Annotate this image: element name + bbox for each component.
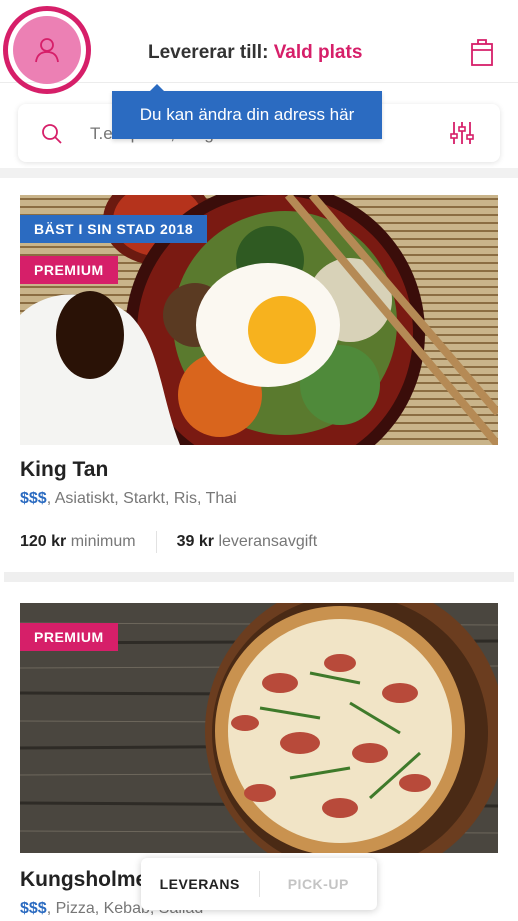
award-badge: BÄST I SIN STAD 2018 bbox=[20, 215, 208, 243]
pickup-mode-option[interactable]: PICK-UP bbox=[260, 876, 378, 892]
delivery-info: 120 kr minimum 39 kr leveransavgift bbox=[20, 531, 317, 553]
minimum-order-value: 120 kr bbox=[20, 533, 67, 550]
filter-sliders-icon[interactable] bbox=[450, 120, 474, 151]
search-icon[interactable] bbox=[40, 122, 64, 151]
premium-badge: PREMIUM bbox=[20, 256, 118, 284]
delivery-location-selector[interactable]: Levererar till: Vald plats bbox=[148, 42, 362, 64]
premium-badge: PREMIUM bbox=[20, 623, 118, 651]
minimum-order-label: minimum bbox=[70, 533, 136, 550]
price-level: $$$ bbox=[20, 490, 47, 507]
card-divider bbox=[4, 572, 514, 582]
restaurant-name[interactable]: King Tan bbox=[20, 458, 108, 482]
delivery-prefix: Levererar till: bbox=[148, 42, 269, 63]
profile-avatar-button[interactable] bbox=[13, 16, 81, 84]
delivery-fee-value: 39 kr bbox=[176, 533, 214, 550]
restaurant-tags: $$$, Asiatiskt, Starkt, Ris, Thai bbox=[20, 490, 237, 508]
top-bar: Levererar till: Vald plats bbox=[0, 0, 518, 94]
cart-button[interactable] bbox=[469, 37, 495, 72]
cuisine-tags: , Asiatiskt, Starkt, Ris, Thai bbox=[46, 490, 237, 507]
meta-divider bbox=[155, 531, 157, 553]
section-band bbox=[0, 168, 518, 178]
delivery-mode-toggle: LEVERANS PICK-UP bbox=[141, 858, 377, 910]
address-tooltip[interactable]: Du kan ändra din adress här bbox=[112, 84, 382, 139]
shopping-bag-icon bbox=[471, 39, 493, 66]
delivery-fee-label: leveransavgift bbox=[218, 533, 318, 550]
delivery-place: Vald plats bbox=[273, 42, 363, 63]
user-icon bbox=[35, 38, 59, 63]
tooltip-text: Du kan ändra din adress här bbox=[139, 105, 355, 124]
price-level: $$$ bbox=[20, 900, 47, 917]
delivery-mode-option[interactable]: LEVERANS bbox=[141, 876, 259, 892]
